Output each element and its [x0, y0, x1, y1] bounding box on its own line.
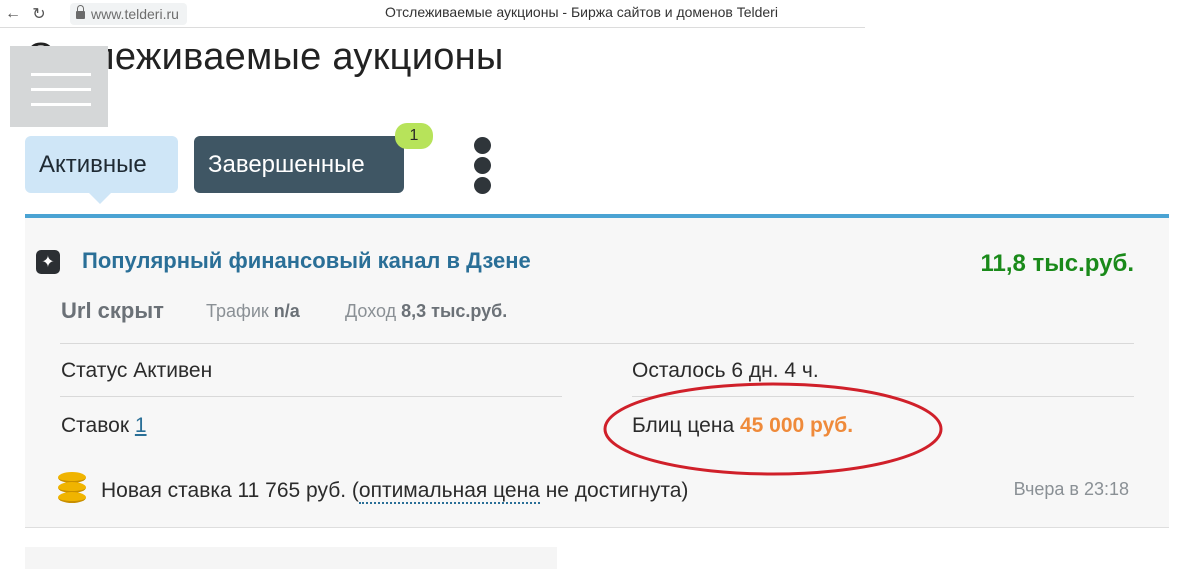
- bids-label: Ставок: [61, 414, 130, 437]
- coins-icon: [58, 472, 86, 503]
- traffic-label: Трафик: [206, 301, 269, 321]
- tab-active[interactable]: Активные: [25, 136, 178, 204]
- new-bid-suffix: не достигнута): [539, 479, 689, 502]
- refresh-icon[interactable]: ↻: [26, 4, 52, 24]
- income-info: Доход 8,3 тыс.руб.: [345, 301, 507, 322]
- bids-count-link[interactable]: 1: [135, 414, 147, 437]
- listing-price: 11,8 тыс.руб.: [980, 250, 1134, 277]
- bid-timestamp: Вчера в 23:18: [1013, 479, 1129, 499]
- income-value: 8,3 тыс.руб.: [401, 301, 508, 321]
- income-label: Доход: [345, 301, 397, 321]
- new-bid-text: Новая ставка 11 765 руб. (оптимальная це…: [101, 479, 689, 504]
- red-annotation-ellipse: [603, 382, 943, 476]
- new-bid-prefix: Новая ставка 11 765 руб. (: [101, 479, 359, 502]
- listing-title-link[interactable]: Популярный финансовый канал в Дзене: [82, 248, 531, 274]
- divider: [60, 396, 562, 397]
- window-title: Отслеживаемые аукционы - Биржа сайтов и …: [385, 4, 778, 20]
- url-hidden-label: Url скрыт: [61, 298, 164, 323]
- next-auction-card: [25, 547, 557, 569]
- status-text: Статус Активен: [61, 359, 213, 382]
- divider: [60, 343, 1134, 344]
- traffic-info: Трафик n/a: [206, 301, 300, 322]
- address-bar-url: www.telderi.ru: [91, 5, 179, 22]
- completed-count-badge: 1: [395, 123, 433, 149]
- traffic-value: n/a: [273, 301, 300, 321]
- back-arrow-icon[interactable]: ←: [0, 5, 26, 23]
- more-vertical-icon[interactable]: [472, 137, 492, 195]
- lock-icon: [76, 5, 85, 19]
- optimal-price-link[interactable]: оптимальная цена: [358, 479, 540, 504]
- address-bar[interactable]: www.telderi.ru: [70, 2, 187, 25]
- hamburger-menu-icon[interactable]: [10, 46, 108, 127]
- bids-info: Ставок 1: [61, 414, 147, 438]
- remaining-time: Осталось 6 дн. 4 ч.: [632, 359, 819, 382]
- tab-completed[interactable]: Завершенные: [194, 136, 404, 193]
- zen-star-icon: ✦: [36, 250, 60, 274]
